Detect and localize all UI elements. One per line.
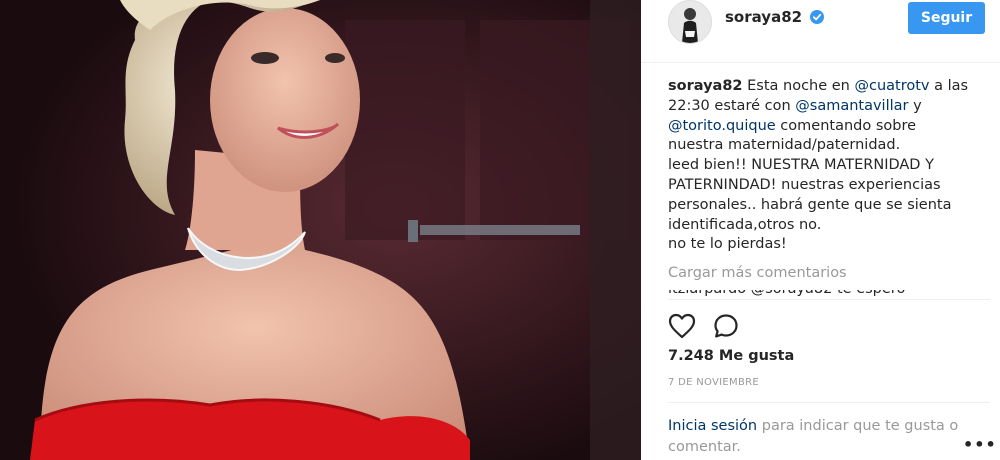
follow-button[interactable]: Seguir [908, 2, 985, 34]
heart-icon[interactable] [668, 313, 696, 339]
login-prompt: Inicia sesión para indicar que te gusta … [668, 416, 968, 458]
mention-cuatrotv[interactable]: @cuatrotv [854, 78, 929, 94]
caption-line: PATERNINDAD! nuestras experiencias [668, 176, 941, 193]
caption-line: identificada,otros no. [668, 216, 822, 233]
post-sidebar: soraya82 Seguir soraya82 Esta noche en @… [641, 0, 1000, 460]
caption-line: soraya82 Esta noche en @cuatrotv a las [668, 77, 990, 97]
truncated-comment-text: itziarpardo @soraya82 te espero [668, 290, 978, 299]
author-username[interactable]: soraya82 [725, 8, 802, 26]
divider [668, 402, 990, 403]
post-photo-illustration [0, 0, 641, 460]
comment-bubble-icon[interactable] [713, 313, 739, 339]
caption-text: comentando sobre [775, 117, 917, 134]
caption-line: no te lo pierdas! [668, 236, 787, 253]
avatar[interactable] [668, 0, 712, 44]
more-options-icon[interactable]: ••• [963, 435, 997, 454]
caption-text: Esta noche en [747, 78, 855, 94]
post-date: 7 DE NOVIEMBRE [668, 377, 759, 388]
caption-username[interactable]: soraya82 [668, 78, 743, 94]
caption-text: 22:30 estaré con [668, 97, 796, 114]
post-header: soraya82 Seguir [641, 0, 1000, 63]
post-caption: soraya82 Esta noche en @cuatrotv a las 2… [668, 77, 990, 255]
avatar-image [669, 1, 711, 43]
caption-line: 22:30 estaré con @samantavillar y [668, 97, 990, 117]
truncated-comment: itziarpardo @soraya82 te espero [668, 290, 978, 299]
divider [668, 299, 990, 300]
caption-line: leed bien!! NUESTRA MATERNIDAD Y [668, 157, 934, 174]
verified-badge-icon [810, 10, 824, 24]
load-more-comments-button[interactable]: Cargar más comentarios [668, 265, 847, 281]
mention-torito-quique[interactable]: @torito.quique [668, 118, 776, 134]
caption-line: nuestra maternidad/paternidad. [668, 137, 901, 154]
likes-count[interactable]: 7.248 Me gusta [668, 348, 794, 364]
post-photo[interactable] [0, 0, 641, 460]
caption-text: a las [929, 78, 969, 94]
caption-line: personales.. habrá gente que se sienta [668, 196, 952, 213]
caption-line: @torito.quique comentando sobre [668, 117, 990, 137]
login-link[interactable]: Inicia sesión [668, 418, 757, 434]
caption-text: y [908, 97, 922, 114]
mention-samantavillar[interactable]: @samantavillar [795, 98, 908, 114]
